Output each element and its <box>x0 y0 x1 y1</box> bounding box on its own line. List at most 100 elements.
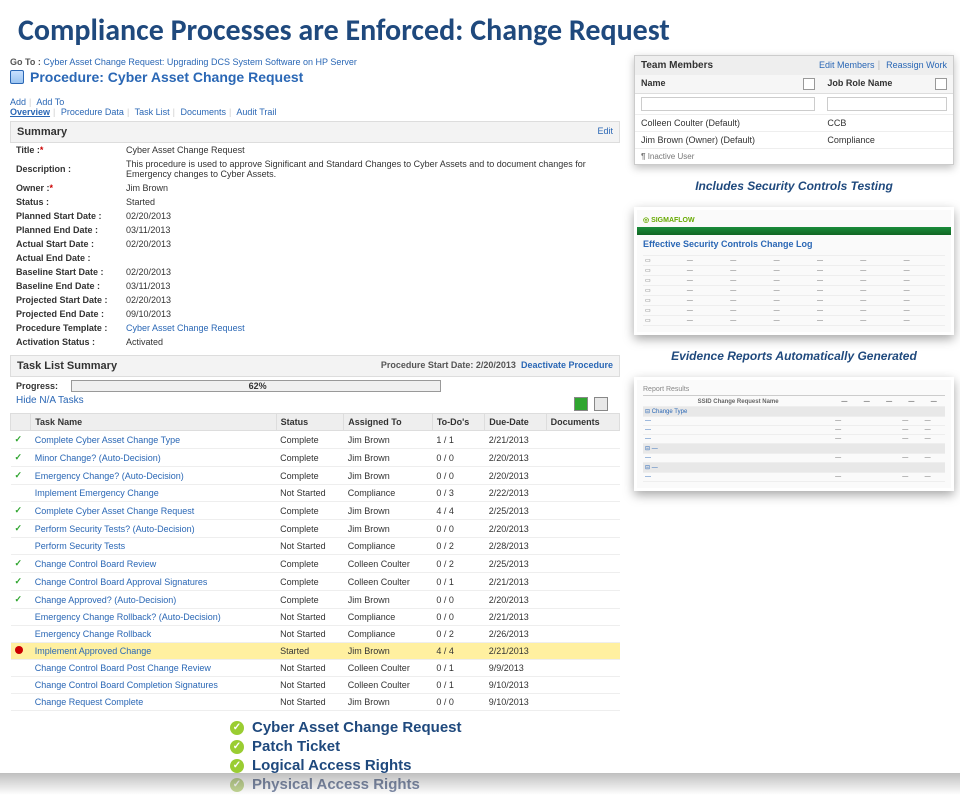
task-link[interactable]: Complete Cyber Asset Change Type <box>35 435 180 445</box>
task-docs <box>546 694 619 711</box>
progress-pct: 62% <box>249 381 267 391</box>
task-row[interactable]: ✓ Perform Security Tests? (Auto-Decision)… <box>11 520 620 538</box>
goto-link[interactable]: Cyber Asset Change Request: Upgrading DC… <box>43 57 356 67</box>
ev-header: Report Results <box>643 386 945 393</box>
task-row[interactable]: Change Control Board Completion Signatur… <box>11 677 620 694</box>
task-link[interactable]: Change Control Board Approval Signatures <box>35 577 208 587</box>
task-assigned: Jim Brown <box>344 520 433 538</box>
task-due: 2/21/2013 <box>485 431 546 449</box>
hide-na-tasks[interactable]: Hide N/A Tasks <box>16 395 84 406</box>
task-row[interactable]: Change Request CompleteNot StartedJim Br… <box>11 694 620 711</box>
task-row[interactable]: Emergency Change Rollback? (Auto-Decisio… <box>11 609 620 626</box>
task-status-icon <box>11 694 31 711</box>
task-status-icon: ✓ <box>11 431 31 449</box>
task-assigned: Colleen Coulter <box>344 555 433 573</box>
evidence-report-screenshot: Report Results SSID Change Request Name—… <box>634 377 954 491</box>
main-panel: Go To : Cyber Asset Change Request: Upgr… <box>10 55 620 795</box>
team-filter-input[interactable] <box>827 97 947 111</box>
edit-members-link[interactable]: Edit Members <box>819 60 875 70</box>
team-header: Team Members <box>641 60 713 71</box>
task-row[interactable]: ✓Complete Cyber Asset Change RequestComp… <box>11 502 620 520</box>
task-row[interactable]: ✓Emergency Change? (Auto-Decision)Comple… <box>11 467 620 485</box>
summary-link[interactable]: Cyber Asset Change Request <box>126 323 245 333</box>
bullet-item: ✓Cyber Asset Change Request <box>230 719 620 736</box>
task-todos: 0 / 1 <box>432 573 484 591</box>
task-row[interactable]: ✓Complete Cyber Asset Change TypeComplet… <box>11 431 620 449</box>
tab-audit-trail[interactable]: Audit Trail <box>236 107 276 117</box>
task-link[interactable]: Change Control Board Completion Signatur… <box>35 680 218 690</box>
summary-value: 03/11/2013 <box>120 223 620 237</box>
task-link[interactable]: Emergency Change? (Auto-Decision) <box>35 471 184 481</box>
task-link[interactable]: Implement Approved Change <box>35 646 152 656</box>
tab-procedure-data[interactable]: Procedure Data <box>61 107 124 117</box>
task-link[interactable]: Complete Cyber Asset Change Request <box>35 506 195 516</box>
task-assigned: Compliance <box>344 626 433 643</box>
task-link[interactable]: Emergency Change Rollback? (Auto-Decisio… <box>35 612 221 622</box>
summary-key: Planned Start Date : <box>10 209 120 223</box>
tab-task-list[interactable]: Task List <box>135 107 170 117</box>
task-due: 9/9/2013 <box>485 660 546 677</box>
bullet-item: ✓Physical Access Rights <box>230 776 620 793</box>
task-status-icon <box>11 485 31 502</box>
task-status-icon: ✓ <box>11 520 31 538</box>
task-row[interactable]: ✓Change Control Board ReviewCompleteColl… <box>11 555 620 573</box>
task-link[interactable]: Change Approved? (Auto-Decision) <box>35 595 177 605</box>
task-link[interactable]: Change Control Board Post Change Review <box>35 663 211 673</box>
tab-overview[interactable]: Overview <box>10 107 50 117</box>
task-assigned: Compliance <box>344 538 433 555</box>
task-docs <box>546 555 619 573</box>
reassign-work-link[interactable]: Reassign Work <box>886 60 947 70</box>
bullets-list: ✓Cyber Asset Change Request ✓ Patch Ticket… <box>230 719 620 793</box>
team-row[interactable]: Jim Brown (Owner) (Default)Compliance <box>635 132 953 149</box>
task-row[interactable]: Emergency Change RollbackNot StartedComp… <box>11 626 620 643</box>
task-row[interactable]: Perform Security TestsNot StartedComplia… <box>11 538 620 555</box>
task-assigned: Jim Brown <box>344 431 433 449</box>
check-icon: ✓ <box>230 759 244 773</box>
task-row[interactable]: Implement Emergency ChangeNot StartedCom… <box>11 485 620 502</box>
summary-key: Actual Start Date : <box>10 237 120 251</box>
task-row[interactable]: ✓Change Approved? (Auto-Decision)Complet… <box>11 591 620 609</box>
task-row[interactable]: ✓Change Control Board Approval Signature… <box>11 573 620 591</box>
task-assigned: Jim Brown <box>344 502 433 520</box>
task-link[interactable]: Perform Security Tests? (Auto-Decision) <box>35 524 195 534</box>
team-row[interactable]: Colleen Coulter (Default)CCB <box>635 115 953 132</box>
task-link[interactable]: Minor Change? (Auto-Decision) <box>35 453 161 463</box>
task-docs <box>546 591 619 609</box>
summary-key: Projected End Date : <box>10 307 120 321</box>
task-due: 2/20/2013 <box>485 449 546 467</box>
filter-icon[interactable] <box>803 78 815 90</box>
task-col-header: Assigned To <box>344 414 433 431</box>
print-icon[interactable] <box>594 397 608 411</box>
tab-add[interactable]: Add <box>10 97 26 107</box>
task-row[interactable]: Change Control Board Post Change ReviewN… <box>11 660 620 677</box>
task-status-icon <box>11 626 31 643</box>
task-due: 2/20/2013 <box>485 520 546 538</box>
task-assigned: Colleen Coulter <box>344 573 433 591</box>
bullet-text: Patch Ticket <box>252 738 340 755</box>
task-row[interactable]: ✓Minor Change? (Auto-Decision)CompleteJi… <box>11 449 620 467</box>
tab-add-to[interactable]: Add To <box>36 97 64 107</box>
task-status: Complete <box>276 502 344 520</box>
task-link[interactable]: Change Control Board Review <box>35 559 157 569</box>
task-assigned: Compliance <box>344 609 433 626</box>
task-col-header <box>11 414 31 431</box>
edit-link[interactable]: Edit <box>597 126 613 138</box>
filter-icon[interactable] <box>935 78 947 90</box>
team-filter-input[interactable] <box>641 97 815 111</box>
slide-title: Compliance Processes are Enforced: Chang… <box>0 0 960 55</box>
task-link[interactable]: Implement Emergency Change <box>35 488 159 498</box>
tab-documents[interactable]: Documents <box>181 107 227 117</box>
inactive-user-note: Inactive User <box>648 152 695 161</box>
deactivate-procedure[interactable]: Deactivate Procedure <box>521 360 613 370</box>
summary-key: Planned End Date : <box>10 223 120 237</box>
task-status-icon <box>11 538 31 555</box>
summary-key: Owner :* <box>10 181 120 195</box>
task-docs <box>546 520 619 538</box>
export-excel-icon[interactable] <box>574 397 588 411</box>
task-docs <box>546 573 619 591</box>
team-members-panel: Team Members Edit Members| Reassign Work… <box>634 55 954 165</box>
task-row[interactable]: Implement Approved ChangeStartedJim Brow… <box>11 643 620 660</box>
task-assigned: Jim Brown <box>344 467 433 485</box>
task-link[interactable]: Perform Security Tests <box>35 541 125 551</box>
task-link[interactable]: Emergency Change Rollback <box>35 629 152 639</box>
